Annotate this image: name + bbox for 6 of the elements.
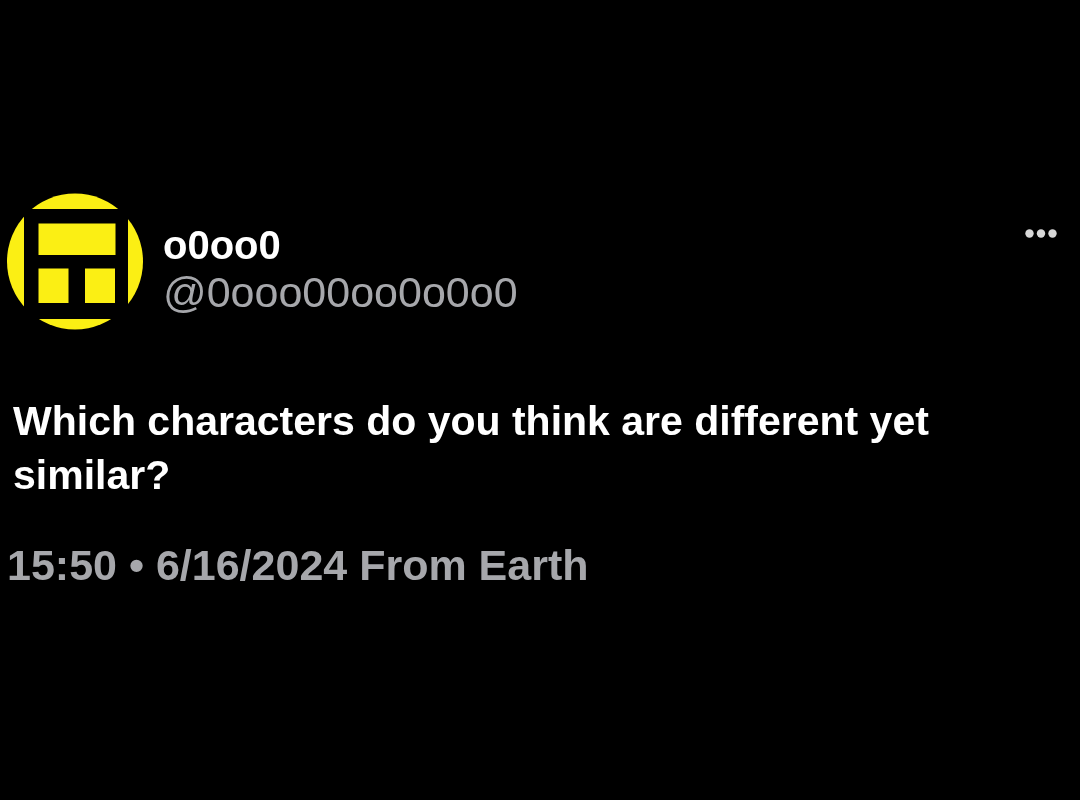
avatar-icon[interactable]	[7, 193, 143, 330]
user-handle[interactable]: @0ooo00oo0o0o0	[163, 268, 518, 318]
post-timestamp: 15:50 • 6/16/2024 From Earth	[7, 541, 589, 591]
more-icon[interactable]	[1025, 229, 1057, 238]
display-name[interactable]: o0oo0	[163, 222, 281, 268]
post-text: Which characters do you think are different yet similar?	[13, 397, 930, 500]
